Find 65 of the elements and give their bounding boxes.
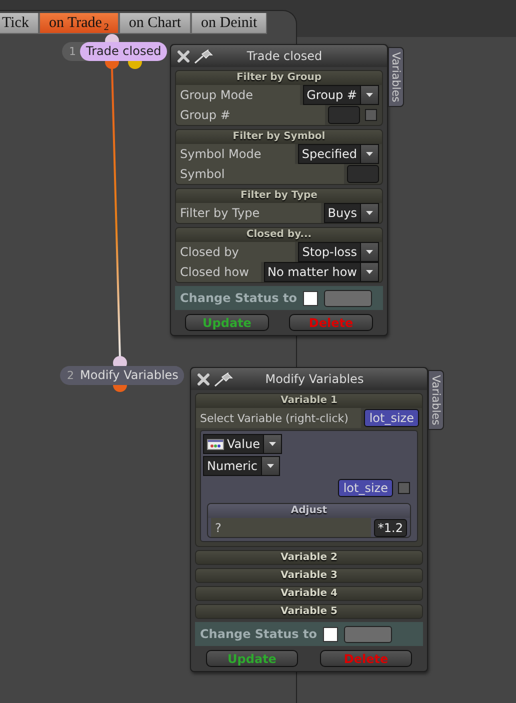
checkbox[interactable] [302,290,318,306]
dropdown-arrow-icon [366,250,373,254]
node-number: 1 [68,45,77,58]
side-tab[interactable]: Variables [428,370,444,430]
field-label: Select Variable (right-click) [196,408,362,428]
dropdown-arrow-icon [366,270,373,274]
pushpin-icon[interactable] [214,372,234,386]
color-swatch[interactable] [324,290,372,306]
section-title: Variable 1 [196,394,422,408]
dropdown[interactable]: Value [203,434,282,454]
checkbox[interactable] [322,626,338,642]
pushpin-icon[interactable] [194,48,214,64]
field-label: Group # [176,105,325,125]
dropdown[interactable]: Group # [302,85,379,105]
field-label: Closed by [176,242,296,262]
dropdown-arrow-icon [366,93,373,97]
dropdown[interactable]: Numeric [203,456,280,476]
section-title: Adjust [208,504,410,518]
section-title[interactable]: Variable 5 [196,605,422,618]
field-label: Group Mode [176,85,300,105]
status-label: Change Status to [200,627,317,641]
close-icon[interactable] [177,50,190,62]
dropdown[interactable]: Buys [324,203,379,223]
value-icon [207,438,224,450]
field-label: Filter by Type [176,203,321,223]
flow-node[interactable]: 2 Modify Variables [60,366,184,385]
flow-node[interactable]: 1 Trade closed [62,42,168,61]
panel-title: Trade closed [246,49,324,63]
node-label: Modify Variables [78,366,184,385]
section-title: Filter by Group [176,71,382,85]
variable-chip[interactable]: lot_size [338,478,393,496]
tab[interactable]: on Deinit [190,13,268,34]
tab[interactable]: Tick [0,13,39,34]
input-field[interactable] [347,165,379,183]
section-title[interactable]: Variable 4 [196,587,422,600]
section-title[interactable]: Variable 3 [196,569,422,582]
status-label: Change Status to [180,291,297,305]
dropdown[interactable]: Specified [298,144,379,164]
dropdown-arrow-icon [366,152,373,156]
checkbox[interactable] [365,109,377,121]
dropdown-arrow-icon [366,211,373,215]
field-label: Closed how [176,262,261,282]
node-label: Trade closed [80,42,168,61]
field-label: Symbol Mode [176,144,295,164]
tab[interactable]: on Chart [118,13,191,34]
field-label: Symbol [176,164,344,184]
section-title: Closed by... [176,228,382,242]
side-tab[interactable]: Variables [388,47,404,108]
dropdown[interactable]: No matter how [264,262,379,282]
section-title: Filter by Symbol [176,130,382,144]
color-swatch[interactable] [344,626,392,642]
panel-title: Modify Variables [264,372,365,386]
close-icon[interactable] [197,372,210,386]
tab[interactable]: on Trade$_{2}$ [38,13,119,34]
dropdown[interactable]: Stop-loss [298,242,379,262]
input-field[interactable]: *1.2 [374,518,407,536]
checkbox[interactable] [398,482,410,494]
variable-chip[interactable]: lot_size [364,409,419,427]
section-title[interactable]: Variable 2 [196,551,422,564]
section-title: Filter by Type [176,189,382,203]
dropdown-arrow-icon [268,442,276,446]
input-field[interactable] [328,106,360,124]
node-number: 2 [66,369,75,382]
dropdown-arrow-icon [266,464,274,468]
field-label: ? [211,518,371,537]
